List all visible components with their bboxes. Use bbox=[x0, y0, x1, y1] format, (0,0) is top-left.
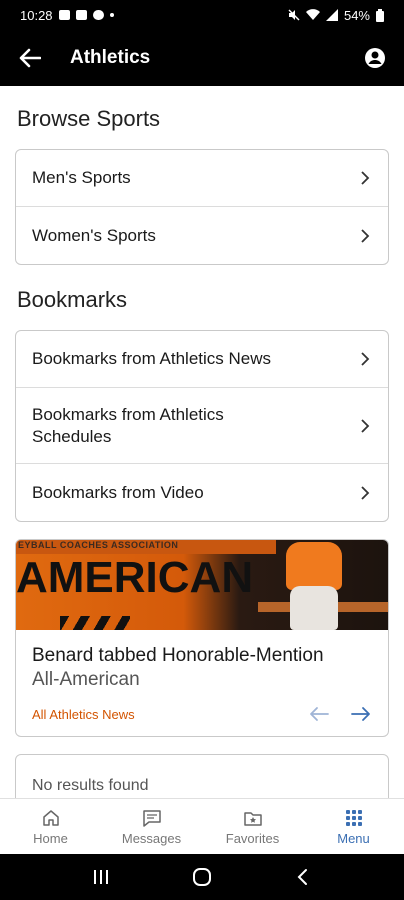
wifi-icon bbox=[305, 9, 320, 20]
home-system-button[interactable] bbox=[182, 862, 222, 892]
system-nav-bar bbox=[0, 854, 404, 900]
main-content: Browse Sports Men's Sports Women's Sport… bbox=[0, 86, 404, 798]
list-item-label: Bookmarks from Athletics Schedules bbox=[32, 404, 224, 446]
home-icon bbox=[42, 809, 59, 826]
status-bar: 10:28 54% bbox=[0, 0, 404, 30]
account-circle-icon bbox=[365, 48, 385, 68]
nav-label: Favorites bbox=[225, 830, 280, 846]
news-pager bbox=[308, 706, 372, 722]
chevron-right-icon bbox=[361, 352, 370, 366]
list-item-bookmarks-schedules[interactable]: Bookmarks from Athletics Schedules bbox=[16, 388, 388, 464]
news-image-legs bbox=[290, 586, 338, 630]
empty-state-text: No results found bbox=[32, 777, 149, 794]
next-arrow-icon[interactable] bbox=[350, 706, 372, 722]
bookmarks-heading: Bookmarks bbox=[17, 287, 128, 312]
chevron-right-icon bbox=[361, 485, 370, 500]
news-body: Benard tabbed Honorable-Mention All-Amer… bbox=[16, 630, 388, 736]
bookmarks-list: Bookmarks from Athletics News Bookmarks … bbox=[15, 330, 389, 522]
list-item-bookmarks-video[interactable]: Bookmarks from Video bbox=[16, 464, 388, 521]
empty-state-card: No results found bbox=[15, 754, 389, 798]
grid-menu-icon bbox=[345, 809, 362, 826]
news-image-athlete bbox=[278, 540, 348, 630]
calendar-notification-icon bbox=[75, 10, 87, 20]
nav-menu[interactable]: Menu bbox=[303, 799, 404, 854]
nav-messages[interactable]: Messages bbox=[101, 799, 202, 854]
recent-apps-icon bbox=[93, 870, 108, 884]
mute-icon bbox=[288, 9, 300, 21]
list-item-bookmarks-news[interactable]: Bookmarks from Athletics News bbox=[16, 331, 388, 388]
cloud-notification-icon bbox=[92, 10, 104, 20]
news-footer: All Athletics News bbox=[32, 706, 372, 726]
list-item-mens-sports[interactable]: Men's Sports bbox=[16, 150, 388, 207]
gallery-notification-icon bbox=[58, 10, 70, 20]
browse-sports-list: Men's Sports Women's Sports bbox=[15, 149, 389, 265]
nav-label: Menu bbox=[337, 830, 370, 846]
list-item-label: Bookmarks from Video bbox=[32, 482, 204, 502]
news-image: EYBALL COACHES ASSOCIATION AMERICAN bbox=[16, 540, 388, 630]
message-icon bbox=[142, 809, 161, 827]
chevron-right-icon bbox=[361, 418, 370, 433]
news-image-stripes bbox=[60, 616, 130, 630]
back-button[interactable] bbox=[14, 42, 46, 74]
arrow-left-icon bbox=[19, 48, 41, 68]
nav-home[interactable]: Home bbox=[0, 799, 101, 854]
list-item-womens-sports[interactable]: Women's Sports bbox=[16, 207, 388, 264]
news-subtitle: All-American bbox=[32, 669, 140, 690]
status-time: 10:28 bbox=[20, 7, 53, 23]
news-image-shirt bbox=[286, 542, 342, 590]
news-image-banner-text: EYBALL COACHES ASSOCIATION bbox=[18, 540, 179, 550]
news-card[interactable]: EYBALL COACHES ASSOCIATION AMERICAN Bena… bbox=[15, 539, 389, 737]
profile-button[interactable] bbox=[360, 43, 390, 73]
more-notifications-dot-icon bbox=[109, 13, 114, 17]
chevron-right-icon bbox=[361, 171, 370, 185]
status-left: 10:28 bbox=[20, 8, 114, 23]
bottom-nav: Home Messages Favorites Menu bbox=[0, 798, 404, 854]
back-chevron-icon bbox=[297, 869, 308, 885]
news-title: Benard tabbed Honorable-Mention bbox=[32, 645, 324, 666]
news-image-headline: AMERICAN bbox=[16, 553, 254, 602]
battery-percent: 54% bbox=[343, 7, 370, 23]
nav-label: Home bbox=[33, 830, 68, 846]
home-circle-icon bbox=[192, 868, 211, 886]
list-item-label: Bookmarks from Athletics News bbox=[32, 349, 272, 368]
nav-label: Messages bbox=[121, 830, 182, 846]
list-item-label: Men's Sports bbox=[32, 168, 131, 187]
browse-sports-heading: Browse Sports bbox=[17, 106, 161, 131]
back-system-button[interactable] bbox=[283, 862, 323, 892]
previous-arrow-icon[interactable] bbox=[308, 706, 330, 722]
list-item-label: Women's Sports bbox=[32, 225, 156, 245]
nav-favorites[interactable]: Favorites bbox=[202, 799, 303, 854]
signal-icon bbox=[325, 9, 338, 21]
folder-star-icon bbox=[243, 811, 262, 826]
app-bar: Athletics bbox=[0, 30, 404, 86]
page-title: Athletics bbox=[70, 47, 151, 68]
recent-apps-button[interactable] bbox=[81, 862, 121, 892]
status-right: 54% bbox=[288, 8, 384, 23]
chevron-right-icon bbox=[361, 228, 370, 243]
battery-icon bbox=[376, 8, 384, 22]
all-athletics-news-link[interactable]: All Athletics News bbox=[32, 707, 135, 722]
